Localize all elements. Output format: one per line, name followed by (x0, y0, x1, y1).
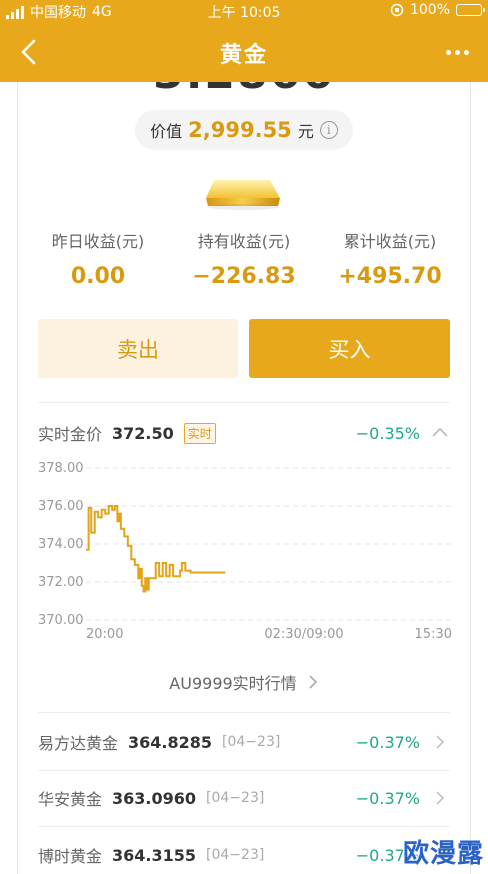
fund-date: [04−23] (222, 734, 281, 750)
value-pill: 价值 2,999.55 元 i (135, 110, 353, 150)
y-tick-label: 372.00 (38, 575, 84, 590)
realtime-change: −0.35% (355, 423, 420, 443)
fund-change: −0.37% (355, 788, 420, 808)
fund-date: [04−23] (206, 847, 265, 863)
fund-name: 博时黄金 (38, 847, 103, 866)
y-tick-label: 378.00 (38, 461, 84, 476)
stat-value: −226.83 (192, 264, 296, 289)
x-tick-label: 15:30 (415, 627, 452, 642)
y-tick-label: 374.00 (38, 537, 84, 552)
fund-price: 364.8285 (128, 732, 213, 752)
stat-cumulative: 累计收益(元) +495.70 (320, 228, 460, 289)
info-icon[interactable]: i (319, 121, 338, 139)
x-tick-label: 02:30/09:00 (264, 627, 343, 642)
chevron-up-icon[interactable] (430, 423, 450, 443)
battery-icon (456, 4, 485, 16)
au9999-link[interactable]: AU9999实时行情 (0, 670, 488, 694)
status-right: 100% (390, 2, 485, 18)
divider (38, 770, 450, 771)
fund-price: 364.3155 (112, 845, 197, 865)
divider (38, 402, 450, 403)
au9999-label: AU9999实时行情 (169, 674, 297, 693)
stat-holding: 持有收益(元) −226.83 (174, 228, 314, 289)
chevron-right-icon (436, 791, 445, 805)
more-menu-icon[interactable] (440, 36, 474, 68)
fund-date: [04−23] (206, 790, 265, 806)
stat-label: 持有收益(元) (197, 232, 291, 251)
chevron-right-icon (436, 735, 445, 749)
y-tick-label: 376.00 (38, 499, 84, 514)
divider (38, 712, 450, 713)
divider (38, 826, 450, 827)
price-line (86, 505, 226, 593)
y-tick-label: 370.00 (38, 613, 84, 628)
fund-row[interactable]: 博时黄金 364.3155 [04−23] −0.37% (38, 841, 450, 869)
stat-value: +495.70 (338, 264, 442, 289)
realtime-price: 372.50 (112, 423, 174, 443)
realtime-badge: 实时 (183, 422, 216, 444)
card-right-edge (470, 82, 471, 874)
fund-price: 363.0960 (112, 788, 197, 808)
watermark-text: 欧漫露 (402, 839, 484, 869)
stat-value: 0.00 (70, 264, 126, 289)
orientation-lock-icon (390, 3, 404, 17)
status-bar: 中国移动 4G 上午 10:05 100% (0, 0, 488, 22)
gold-price-chart: 378.00 376.00 374.00 372.00 370.0020:00 02:30… (38, 461, 452, 642)
buy-button[interactable]: 买入 (249, 319, 450, 378)
stat-label: 累计收益(元) (343, 232, 437, 251)
chevron-right-icon (309, 675, 317, 689)
gold-bar-icon (206, 180, 280, 210)
card-left-edge (17, 82, 18, 874)
stat-yesterday: 昨日收益(元) 0.00 (28, 228, 168, 289)
value-label: 价值 (150, 122, 183, 141)
value-amount: 2,999.55 (188, 118, 292, 142)
page-title: 黄金 (219, 43, 268, 68)
stat-label: 昨日收益(元) (51, 232, 145, 251)
sell-button[interactable]: 卖出 (38, 319, 238, 378)
earnings-stats: 昨日收益(元) 0.00 持有收益(元) −226.83 累计收益(元) +49… (38, 228, 450, 294)
fund-change: −0.37% (355, 732, 420, 752)
x-tick-label: 20:00 (86, 627, 123, 642)
realtime-label: 实时金价 (38, 425, 103, 444)
value-unit: 元 (297, 122, 314, 141)
fund-row[interactable]: 华安黄金 363.0960 [04−23] −0.37% (38, 784, 450, 812)
nav-bar: 黄金 (0, 22, 488, 82)
fund-row[interactable]: 易方达黄金 364.8285 [04−23] −0.37% (38, 728, 450, 756)
fund-name: 易方达黄金 (38, 734, 119, 753)
battery-percent: 100% (409, 2, 450, 18)
fund-name: 华安黄金 (38, 790, 103, 809)
realtime-price-row[interactable]: 实时金价 372.50 实时 −0.35% (38, 420, 450, 446)
